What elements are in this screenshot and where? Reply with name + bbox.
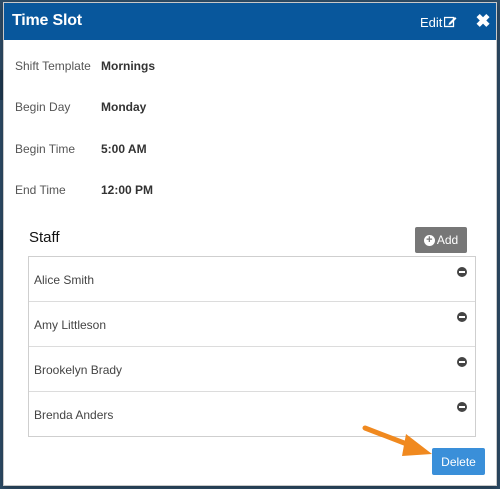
- minus-circle-icon[interactable]: [457, 267, 467, 277]
- staff-section-title: Staff: [29, 229, 60, 246]
- list-item: Brookelyn Brady: [29, 347, 475, 392]
- add-label: Add: [436, 233, 459, 247]
- edit-icon: [444, 16, 457, 28]
- dialog-header: Time Slot Edit ✖: [4, 3, 496, 40]
- field-label: Begin Day: [15, 100, 71, 114]
- field-value: 5:00 AM: [101, 142, 147, 156]
- edit-label: Edit: [420, 14, 443, 30]
- staff-name: Brenda Anders: [34, 408, 114, 422]
- staff-list: Alice Smith Amy Littleson Brookelyn Brad…: [28, 256, 476, 437]
- minus-circle-icon[interactable]: [457, 312, 467, 322]
- minus-circle-icon[interactable]: [457, 357, 467, 367]
- list-item: Alice Smith: [29, 257, 475, 302]
- field-value: Monday: [101, 100, 147, 114]
- time-slot-dialog: Time Slot Edit ✖ Shift Template Mornings…: [3, 2, 497, 486]
- close-icon: ✖: [475, 11, 491, 31]
- field-label: Shift Template: [15, 59, 91, 73]
- list-item: Amy Littleson: [29, 302, 475, 347]
- delete-label: Delete: [441, 454, 476, 469]
- plus-circle-icon: +: [423, 234, 435, 246]
- close-button[interactable]: ✖: [474, 11, 492, 31]
- staff-name: Amy Littleson: [34, 318, 107, 332]
- add-staff-button[interactable]: + Add: [415, 227, 467, 253]
- staff-name: Brookelyn Brady: [34, 363, 123, 377]
- field-value: 12:00 PM: [101, 183, 154, 197]
- delete-button[interactable]: Delete: [432, 448, 485, 475]
- field-value: Mornings: [101, 59, 155, 73]
- staff-name: Alice Smith: [34, 273, 95, 287]
- field-label: Begin Time: [15, 142, 76, 156]
- arrow-annotation: [362, 425, 432, 456]
- minus-circle-icon[interactable]: [457, 402, 467, 412]
- field-label: End Time: [15, 183, 66, 197]
- dialog-title: Time Slot: [12, 12, 82, 29]
- edit-button[interactable]: Edit: [420, 13, 457, 31]
